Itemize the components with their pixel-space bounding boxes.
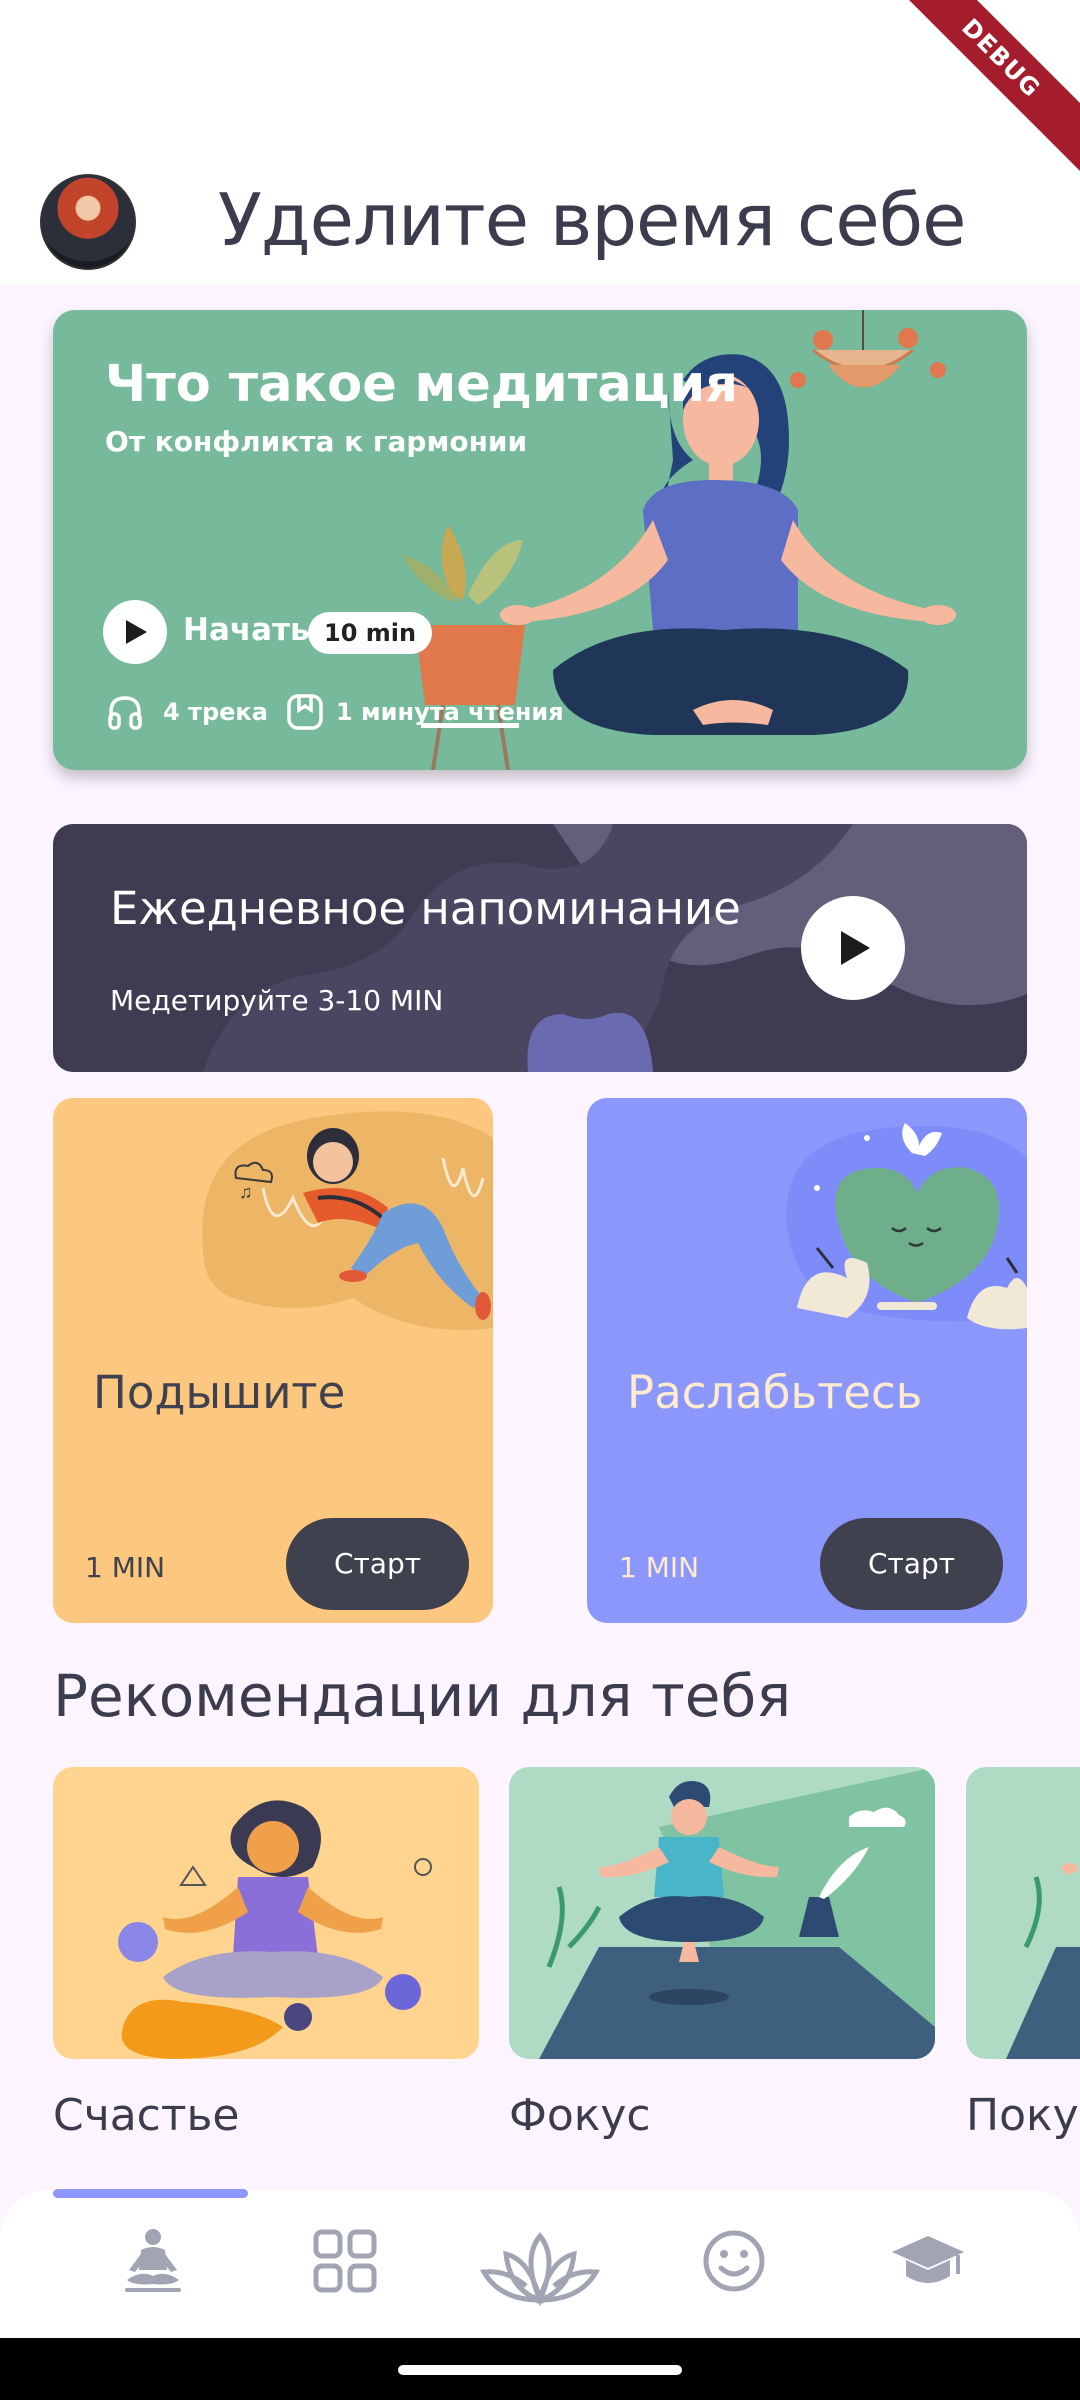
play-icon xyxy=(841,931,870,965)
recommendation-card-peace[interactable] xyxy=(966,1767,1080,2059)
app-screen: Уделите время себе DEBUG Что такое медит… xyxy=(0,0,1080,2400)
relax-start-button[interactable]: Старт xyxy=(820,1518,1003,1610)
nav-lotus[interactable] xyxy=(480,2228,600,2308)
relax-card[interactable]: Раслабьтесь 1 MIN Старт xyxy=(587,1098,1027,1623)
grid-icon xyxy=(313,2229,377,2293)
hero-start-label[interactable]: Начать xyxy=(183,612,310,648)
tracks-count: 4 трека xyxy=(163,698,268,726)
avatar[interactable] xyxy=(40,174,136,270)
book-icon xyxy=(287,694,323,730)
relax-duration: 1 MIN xyxy=(619,1551,700,1584)
relaxing-heart-illustration xyxy=(786,1123,1027,1330)
recommendations-heading: Рекомендации для тебя xyxy=(53,1662,792,1730)
nav-learn[interactable] xyxy=(878,2228,978,2308)
graduation-cap-icon xyxy=(892,2236,964,2283)
recommendation-label-focus: Фокус xyxy=(509,2090,651,2141)
headphones-icon xyxy=(108,696,142,730)
duration-badge: 10 min xyxy=(308,612,433,654)
peace-illustration xyxy=(1006,1862,1080,2059)
breathe-title: Подышите xyxy=(93,1366,346,1419)
reminder-subtitle: Медетируйте 3-10 MIN xyxy=(110,984,444,1017)
breathe-card[interactable]: ♫ Подышите 1 MIN Старт xyxy=(53,1098,493,1623)
meditation-person-icon xyxy=(125,2229,181,2292)
reminder-play-button[interactable] xyxy=(801,896,905,1000)
focus-illustration xyxy=(539,1767,935,2059)
meditation-intro-card[interactable]: Что такое медитация От конфликта к гармо… xyxy=(53,310,1027,770)
svg-text:♫: ♫ xyxy=(239,1182,253,1202)
smiley-icon xyxy=(703,2230,765,2292)
nav-mood[interactable] xyxy=(684,2228,784,2308)
recommendation-card-focus[interactable] xyxy=(509,1767,935,2059)
breathe-start-button[interactable]: Старт xyxy=(286,1518,469,1610)
recommendation-label-happiness: Счастье xyxy=(53,2090,240,2141)
happiness-illustration xyxy=(118,1800,432,2059)
hero-title: Что такое медитация xyxy=(105,355,738,414)
hero-subtitle: От конфликта к гармонии xyxy=(105,425,528,458)
active-tab-indicator xyxy=(53,2189,248,2198)
home-indicator[interactable] xyxy=(398,2365,682,2375)
recommendation-label-peace: Покуй xyxy=(966,2090,1080,2141)
recommendation-card-happiness[interactable] xyxy=(53,1767,479,2059)
play-icon xyxy=(126,620,147,644)
relax-title: Раслабьтесь xyxy=(627,1366,923,1419)
daily-reminder-card[interactable]: Ежедневное напоминание Медетируйте 3-10 … xyxy=(53,824,1027,1072)
hero-play-button[interactable] xyxy=(103,600,167,664)
nav-meditate[interactable] xyxy=(103,2228,203,2308)
debug-banner: DEBUG xyxy=(881,0,1080,178)
breathe-duration: 1 MIN xyxy=(85,1551,166,1584)
reading-time: 1 минута чтения xyxy=(336,698,564,726)
page-title: Уделите время себе xyxy=(218,178,966,262)
relaxing-person-illustration: ♫ xyxy=(202,1111,493,1330)
header: Уделите время себе DEBUG xyxy=(0,0,1080,285)
lotus-icon xyxy=(480,2232,600,2307)
reminder-title: Ежедневное напоминание xyxy=(110,882,741,935)
nav-categories[interactable] xyxy=(295,2228,395,2308)
